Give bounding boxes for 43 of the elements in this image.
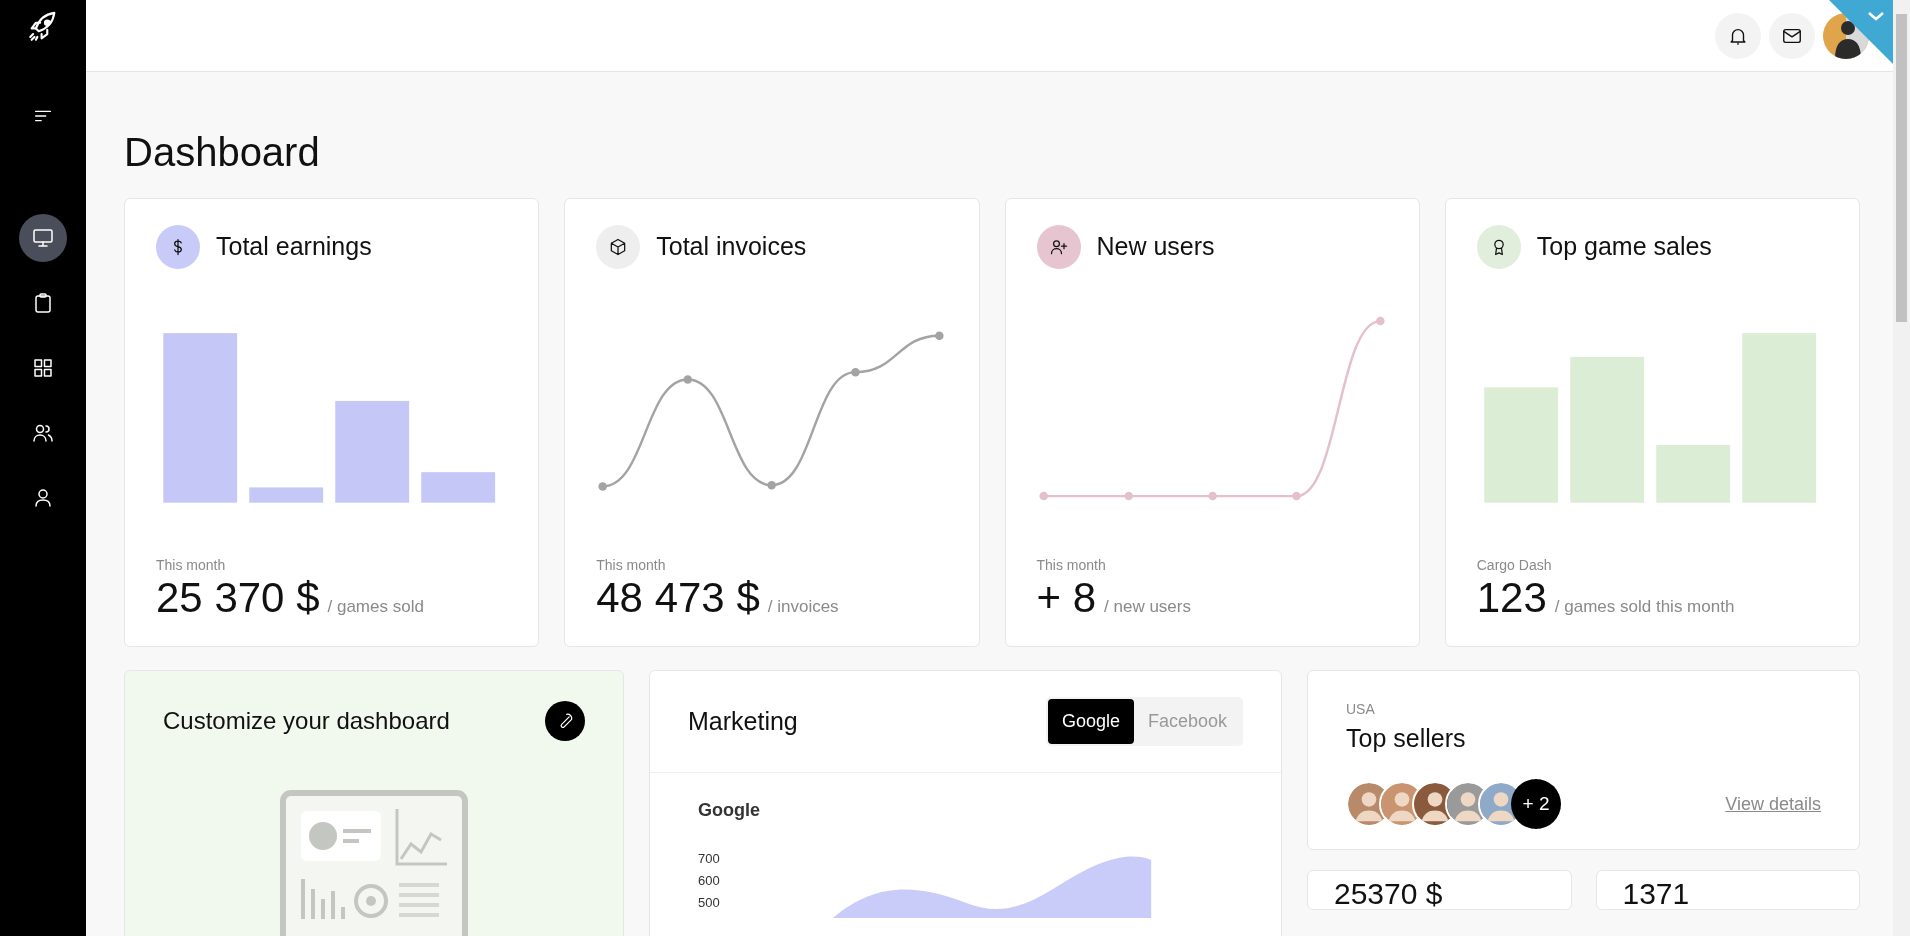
card-title: Top sellers <box>1346 723 1467 754</box>
card-title: New users <box>1096 231 1215 263</box>
stat-value: 25 370 $ <box>156 575 320 620</box>
customize-button[interactable] <box>545 701 585 741</box>
axis-label: 500 <box>698 894 720 912</box>
award-badge-icon <box>1476 225 1521 269</box>
stat-caption: This month <box>1036 555 1107 575</box>
dollar-badge-icon <box>156 225 200 269</box>
messages-button[interactable] <box>1769 12 1815 59</box>
stat-unit: / invoices <box>767 595 839 618</box>
mini-stat-value: 25370 $ <box>1334 876 1443 912</box>
chart-title: Google <box>698 799 761 822</box>
stat-value: 123 <box>1476 575 1547 620</box>
box-badge-icon <box>596 225 641 269</box>
card-title: Top game sales <box>1536 231 1712 263</box>
stat-unit: / games sold this month <box>1554 595 1735 618</box>
monitor-icon <box>31 226 55 250</box>
card-title: Marketing <box>688 705 798 737</box>
stat-value: 48 473 $ <box>596 575 760 620</box>
stat-caption: This month <box>596 555 667 575</box>
view-details-link[interactable]: View details <box>1725 790 1821 818</box>
grid-icon <box>31 356 55 380</box>
page-title: Dashboard <box>124 129 321 176</box>
tab[interactable]: Facebook <box>1133 699 1241 744</box>
stat-unit: / games sold <box>327 595 424 618</box>
stat-caption: Cargo Dash <box>1476 555 1553 575</box>
region-label: USA <box>1346 700 1376 719</box>
mini-stat-value: 1371 <box>1622 876 1690 912</box>
axis-label: 700 <box>698 850 720 868</box>
chevron-down-icon <box>1867 10 1885 22</box>
card-title: Customize your dashboard <box>163 706 450 736</box>
tab[interactable]: Google <box>1047 699 1134 744</box>
stat-unit: / new users <box>1104 595 1191 618</box>
notifications-button[interactable] <box>1715 12 1761 59</box>
stat-caption: This month <box>156 555 227 575</box>
stat-value: + 8 <box>1036 575 1097 620</box>
axis-label: 600 <box>698 872 720 890</box>
scrollbar[interactable] <box>1893 0 1910 936</box>
nav-item[interactable] <box>19 214 67 262</box>
card-title: Total invoices <box>656 231 807 263</box>
card-title: Total earnings <box>216 231 372 263</box>
more-count: + 2 <box>1511 779 1561 829</box>
user-plus-badge-icon <box>1036 225 1081 269</box>
